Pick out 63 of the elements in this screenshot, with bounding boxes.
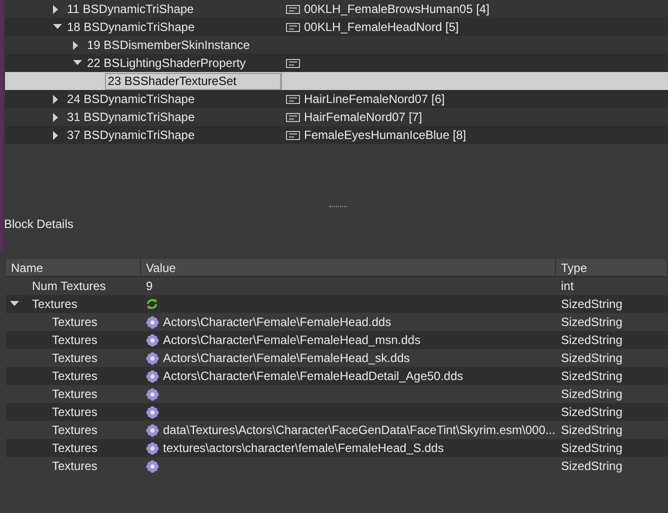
field-value: Actors\Character\Female\FemaleHeadDetail_Age50.dds	[163, 368, 464, 385]
expand-arrow-icon[interactable]	[73, 40, 79, 50]
field-type: SizedString	[561, 315, 622, 329]
field-type: SizedString	[561, 423, 622, 437]
flower-icon	[146, 442, 159, 454]
column-header[interactable]: Value	[141, 259, 556, 276]
tree-item[interactable]: 37 BSDynamicTriShape	[67, 126, 195, 144]
field-type: SizedString	[561, 441, 622, 455]
flower-icon	[146, 406, 159, 418]
refresh-icon	[146, 298, 158, 310]
field-name: Textures	[52, 350, 98, 367]
field-type: SizedString	[561, 459, 622, 473]
block-string: 00KLH_FemaleHeadNord [5]	[304, 19, 459, 36]
tree-item[interactable]: 11 BSDynamicTriShape	[67, 0, 194, 18]
collapse-arrow-icon[interactable]	[53, 24, 62, 30]
expand-arrow-icon[interactable]	[53, 112, 59, 122]
flower-icon	[146, 352, 159, 364]
tree-item[interactable]: 23 BSShaderTextureSet	[104, 72, 281, 90]
field-value: textures\actors\character\female\FemaleHead_S.dds	[163, 440, 444, 457]
field-name: Textures	[52, 314, 98, 331]
flower-icon	[146, 388, 159, 400]
field-name: Num Textures	[32, 278, 106, 295]
block-string: HairFemaleNord07 [7]	[304, 109, 422, 126]
block-string: HairLineFemaleNord07 [6]	[304, 91, 445, 108]
field-type: SizedString	[561, 333, 622, 347]
field-value: Actors\Character\Female\FemaleHead_sk.dds	[163, 350, 410, 367]
field-value: Actors\Character\Female\FemaleHead_msn.dds	[163, 332, 420, 349]
field-name: Textures	[32, 296, 78, 313]
block-string: 00KLH_FemaleBrowsHuman05 [4]	[304, 1, 490, 18]
field-value: data\Textures\Actors\Character\FaceGenData\FaceTint\Skyrim.esm\000...	[163, 422, 556, 439]
field-type: SizedString	[561, 297, 622, 311]
field-name: Textures	[52, 422, 98, 439]
field-value: Actors\Character\Female\FemaleHead.dds	[163, 314, 392, 331]
column-header[interactable]: Name	[6, 259, 141, 276]
flower-icon	[146, 460, 159, 472]
flower-icon	[146, 370, 159, 382]
expand-arrow-icon[interactable]	[53, 4, 59, 14]
field-name: Textures	[52, 458, 98, 475]
column-header[interactable]: Type	[556, 259, 668, 276]
collapse-arrow-icon[interactable]	[73, 60, 82, 66]
field-type: SizedString	[561, 405, 622, 419]
field-type: SizedString	[561, 387, 622, 401]
field-type: int	[561, 279, 574, 293]
panel-title: Block Details	[3, 217, 74, 231]
field-name: Textures	[52, 386, 98, 403]
field-type: SizedString	[561, 369, 622, 383]
field-name: Textures	[52, 404, 98, 421]
collapse-arrow-icon[interactable]	[10, 301, 19, 307]
block-string: FemaleEyesHumanIceBlue [8]	[304, 127, 466, 144]
tree-item[interactable]: 18 BSDynamicTriShape	[67, 18, 195, 36]
expand-arrow-icon[interactable]	[53, 94, 59, 104]
flower-icon	[146, 316, 159, 328]
field-name: Textures	[52, 332, 98, 349]
field-name: Textures	[52, 368, 98, 385]
field-type: SizedString	[561, 351, 622, 365]
flower-icon	[146, 424, 159, 436]
splitter-handle[interactable]	[328, 206, 346, 209]
tree-item[interactable]: 31 BSDynamicTriShape	[67, 108, 195, 126]
tree-item[interactable]: 24 BSDynamicTriShape	[67, 90, 195, 108]
field-name: Textures	[52, 440, 98, 457]
field-value: 9	[146, 278, 153, 295]
expand-arrow-icon[interactable]	[53, 130, 59, 140]
flower-icon	[146, 334, 159, 346]
